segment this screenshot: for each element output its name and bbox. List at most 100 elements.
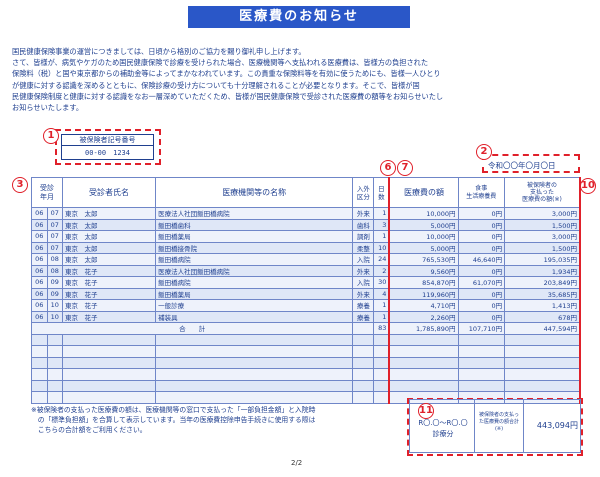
col-header-meal: 食事 生活療養費 <box>457 177 506 208</box>
cell-year: 06 <box>31 207 48 220</box>
cell-days: 24 <box>373 253 390 266</box>
empty-cell <box>155 345 354 358</box>
intro-line: さて、皆様が、病気やケガのため国民健康保険で診療を受けられた場合、医療機関等へ支… <box>12 58 429 68</box>
cell-patient-name: 東京 花子 <box>61 310 157 323</box>
cell-days: 1 <box>373 207 390 220</box>
table-row: 06 07 東京 太郎 飯田橋接骨院 柔整 10 5,000円 0円 1,500円 <box>31 241 582 254</box>
cell-institution: 医療法人社団飯田橋病院 <box>155 207 354 220</box>
cell-year: 06 <box>31 264 48 277</box>
cell-institution: 飯田橋薬局 <box>155 287 354 300</box>
empty-cell <box>388 379 459 392</box>
insured-number-box: 被保険者記号番号 00-00 1234 <box>61 134 154 160</box>
empty-cell <box>373 356 390 369</box>
empty-cell <box>504 345 582 358</box>
cell-meal: 0円 <box>457 264 506 277</box>
empty-cell <box>46 379 63 392</box>
cell-cost: 4,710円 <box>388 299 459 312</box>
cell-meal: 0円 <box>457 241 506 254</box>
cell-patient-name: 東京 花子 <box>61 264 157 277</box>
cell-paid: 1,500円 <box>504 241 582 254</box>
empty-cell <box>373 368 390 381</box>
empty-cell <box>388 333 459 346</box>
empty-cell <box>31 345 48 358</box>
footnote-line: ※被保険者の支払った医療費の額は、医療機関等の窓口で支払った「一部負担金額」と入… <box>31 406 316 414</box>
page-number: 2/2 <box>291 459 303 467</box>
cell-year: 06 <box>31 310 48 323</box>
intro-line: が健康に対する認識を深めるとともに、保険診療の受け方についても十分理解されること… <box>12 80 420 90</box>
empty-cell <box>46 333 63 346</box>
empty-cell <box>504 368 582 381</box>
cell-patient-name: 東京 太郎 <box>61 253 157 266</box>
cell-month: 07 <box>46 218 63 231</box>
table-row: 06 09 東京 花子 飯田橋薬局 外来 4 119,960円 0円 35,685円 <box>31 287 582 300</box>
empty-cell <box>352 356 375 369</box>
empty-cell <box>388 368 459 381</box>
empty-cell <box>352 379 375 392</box>
cell-cost: 5,000円 <box>388 218 459 231</box>
cell-paid: 1,934円 <box>504 264 582 277</box>
cell-month: 08 <box>46 253 63 266</box>
empty-cell <box>61 356 157 369</box>
cell-patient-name: 東京 花子 <box>61 299 157 312</box>
cell-inout: 柔整 <box>352 241 375 254</box>
table-row: 06 08 東京 花子 医療法人社団飯田橋病院 外来 2 9,560円 0円 1,934円 <box>31 264 582 277</box>
cell-inout: 調剤 <box>352 230 375 243</box>
summary-period: R〇.〇～R〇.〇 <box>418 419 468 427</box>
cell-inout: 療養 <box>352 310 375 323</box>
page-title: 医療費のお知らせ <box>188 6 410 28</box>
empty-cell <box>457 368 506 381</box>
table-row: 06 09 東京 花子 飯田橋病院 入院 30 854,870円 61,070円 203,849… <box>31 276 582 289</box>
cell-days: 3 <box>373 218 390 231</box>
cell-institution: 医療法人社団飯田橋病院 <box>155 264 354 277</box>
cell-institution: 飯田橋病院 <box>155 253 354 266</box>
summary-period-block: R〇.〇～R〇.〇 診療分 <box>414 418 472 440</box>
cell-inout: 入院 <box>352 276 375 289</box>
table-row: 06 07 東京 太郎 飯田橋薬局 調剤 1 10,000円 0円 3,000円 <box>31 230 582 243</box>
table-total-row: 合 計 83 1,785,890円 107,710円 447,594円 <box>30 322 582 335</box>
cell-institution: 補装具 <box>155 310 354 323</box>
table-row-empty <box>31 333 582 346</box>
cell-cost: 10,000円 <box>388 207 459 220</box>
empty-cell <box>352 391 375 404</box>
summary-divider <box>474 400 475 452</box>
marker-10: 10 <box>580 178 596 194</box>
cell-inout: 入院 <box>352 253 375 266</box>
empty-cell <box>31 379 48 392</box>
col-header-patient-name: 受診者氏名 <box>61 177 157 208</box>
empty-cell <box>352 368 375 381</box>
insured-number-value: 00-00 1234 <box>85 149 130 157</box>
table-row-empty <box>31 368 582 381</box>
cell-inout: 療養 <box>352 299 375 312</box>
cell-patient-name: 東京 太郎 <box>61 241 157 254</box>
total-kbn <box>352 322 375 335</box>
empty-cell <box>352 333 375 346</box>
cell-year: 06 <box>31 218 48 231</box>
empty-cell <box>457 345 506 358</box>
cell-paid: 3,000円 <box>504 207 582 220</box>
empty-cell <box>457 356 506 369</box>
cell-meal: 0円 <box>457 310 506 323</box>
cell-days: 1 <box>373 310 390 323</box>
cell-paid: 35,685円 <box>504 287 582 300</box>
cell-inout: 外来 <box>352 207 375 220</box>
cell-patient-name: 東京 花子 <box>61 287 157 300</box>
footnote-line: こちらの合計額をご利用ください。 <box>31 426 147 434</box>
empty-cell <box>155 333 354 346</box>
cell-patient-name: 東京 太郎 <box>61 230 157 243</box>
empty-cell <box>352 345 375 358</box>
cell-meal: 0円 <box>457 287 506 300</box>
cell-cost: 10,000円 <box>388 230 459 243</box>
cell-cost: 119,960円 <box>388 287 459 300</box>
empty-cell <box>31 391 48 404</box>
table-row-empty <box>31 356 582 369</box>
summary-label: 被保険者の支払った医療費の額合計(※) <box>478 412 519 432</box>
cell-month: 07 <box>46 241 63 254</box>
total-meal: 107,710円 <box>457 322 506 335</box>
cell-inout: 外来 <box>352 264 375 277</box>
cell-cost: 5,000円 <box>388 241 459 254</box>
intro-line: お知らせいたします。 <box>12 103 84 113</box>
empty-cell <box>373 333 390 346</box>
cell-days: 30 <box>373 276 390 289</box>
cell-institution: 飯田橋薬局 <box>155 230 354 243</box>
cell-institution: 飯田橋歯科 <box>155 218 354 231</box>
